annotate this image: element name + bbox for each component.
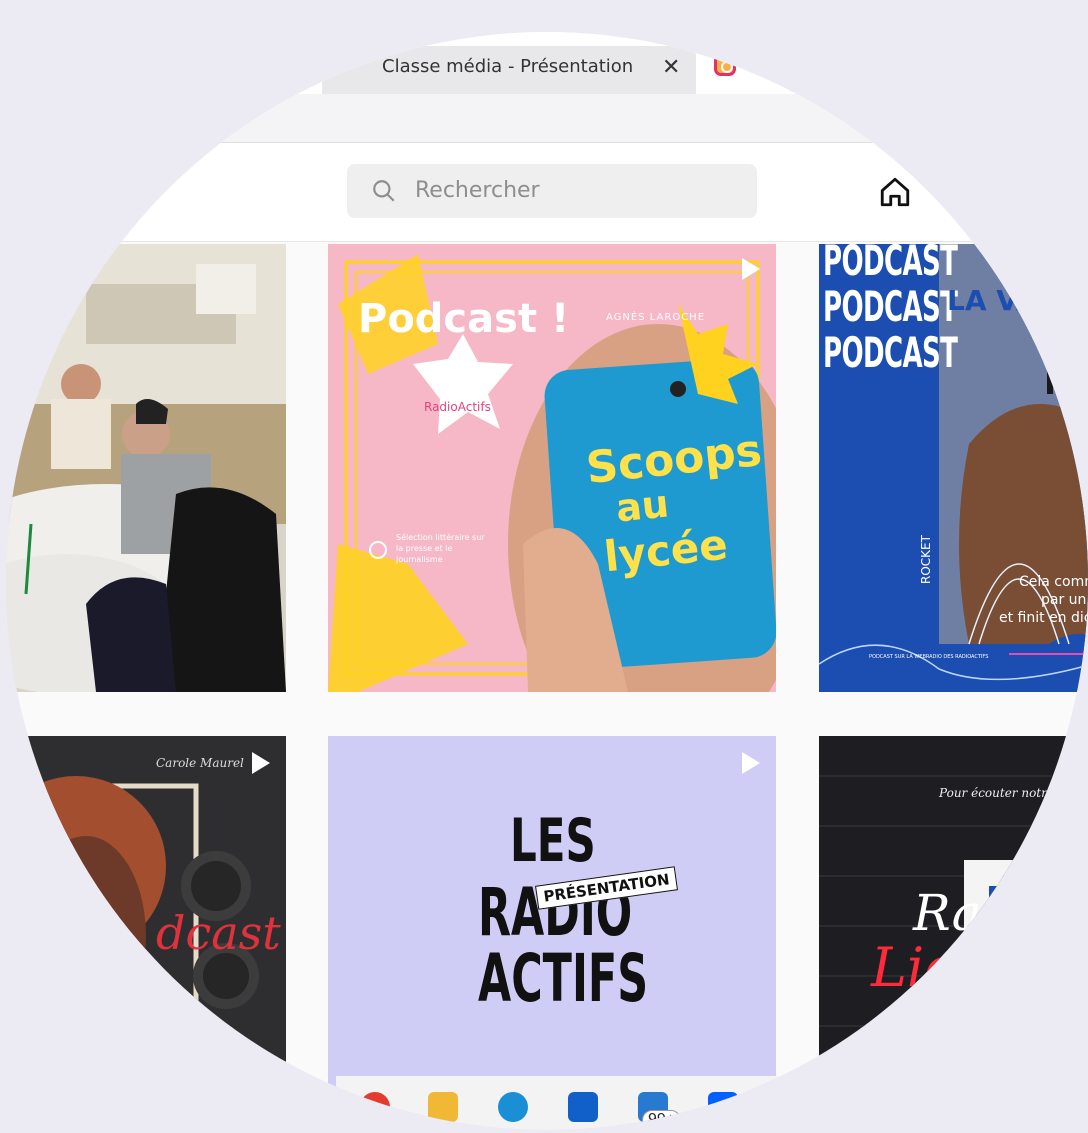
post-classroom-photo[interactable]	[6, 244, 286, 692]
logo-line-les: LES	[510, 806, 596, 876]
browser-toolbar	[6, 94, 1088, 143]
logo-line-actifs: ACTIFS	[478, 940, 649, 1017]
search-input[interactable]: Rechercher	[347, 164, 757, 218]
dropbox-icon[interactable]	[708, 1092, 738, 1122]
podcast-label-2: PODCAST	[823, 282, 958, 331]
chrome-icon[interactable]	[360, 1092, 390, 1122]
caption-line-3: et finit en dic	[999, 610, 1088, 626]
classroom-scene	[6, 244, 286, 692]
rocket-label: ROCKET	[919, 535, 933, 584]
mail-badge: 99+	[642, 1110, 682, 1130]
phone-text-2: au	[613, 481, 671, 531]
close-icon[interactable]: ✕	[662, 54, 680, 80]
file-explorer-icon[interactable]	[428, 1092, 458, 1122]
tab-title: Classe média - Présentation	[382, 56, 634, 77]
post-portrait-illustration[interactable]: Carole Maurel dcast	[6, 736, 286, 1130]
reel-play-icon	[742, 752, 760, 774]
podcast-label-3: PODCAST	[823, 328, 958, 377]
store-icon[interactable]	[568, 1092, 598, 1122]
title-fragment: LA VA	[947, 284, 1038, 317]
author-name: AGNÈS LAROCHE	[606, 312, 706, 323]
post-radio-liens[interactable]: Pour écouter notre w Ra Lien	[819, 736, 1088, 1130]
search-icon	[373, 180, 395, 202]
instagram-icon[interactable]	[714, 54, 736, 76]
post-podcast-scoops[interactable]: Podcast ! AGNÈS LAROCHE RadioActifs Scoo…	[328, 244, 776, 692]
windows-taskbar: 99+	[336, 1076, 806, 1130]
caption-line-2: par un j	[1041, 592, 1088, 608]
reel-play-icon	[252, 752, 270, 774]
edge-icon[interactable]	[498, 1092, 528, 1122]
post-podcast-rocket[interactable]: PODCAST PODCAST PODCAST LA VA ROCKET Cel…	[819, 244, 1088, 692]
script-title: dcast	[156, 906, 281, 960]
search-placeholder: Rechercher	[415, 178, 540, 203]
instagram-header: Rechercher	[6, 143, 1088, 242]
caption-line-1: Cela comm	[1019, 574, 1088, 590]
selection-text: Sélection littéraire sur la presse et le…	[396, 533, 485, 564]
neon-text-1: Ra	[913, 884, 982, 942]
artist-signature: Carole Maurel	[156, 756, 244, 770]
podcast-headline: Podcast !	[358, 296, 570, 342]
post-les-radioactifs[interactable]: LES RADIO ACTIFS PRÉSENTATION	[328, 736, 776, 1130]
radioactifs-badge: RadioActifs	[424, 400, 491, 414]
podcast-label-1: PODCAST	[823, 244, 958, 285]
neon-text-2: Lien	[871, 936, 991, 999]
home-icon[interactable]	[878, 175, 912, 209]
brick-top-text: Pour écouter notre w	[939, 786, 1069, 800]
circular-frame: Classe média - Présentation ✕ Rechercher	[6, 32, 1088, 1130]
footer-text: PODCAST SUR LA WEBRADIO DES RADIOACTIFS	[869, 654, 989, 660]
reel-play-icon	[742, 258, 760, 280]
